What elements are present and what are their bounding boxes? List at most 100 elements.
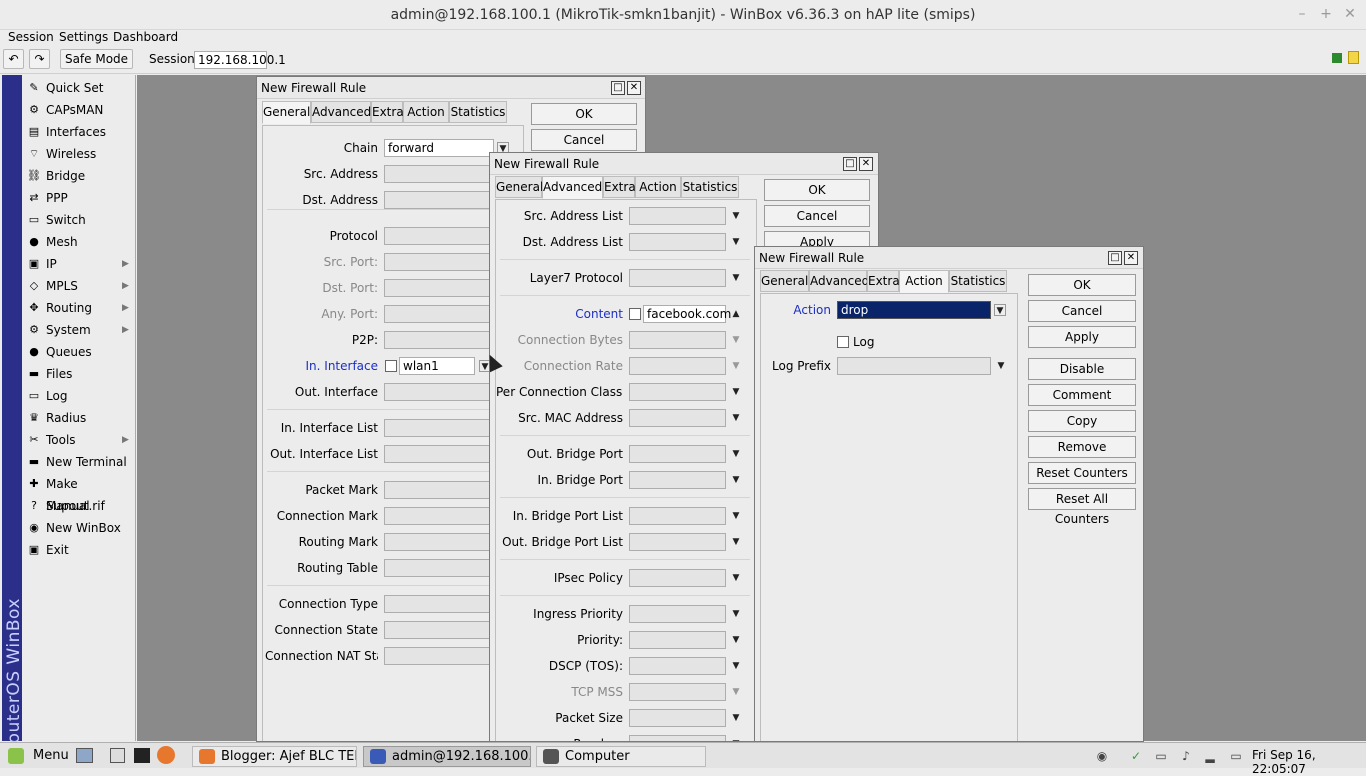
chevron-down-icon[interactable]: ▼ bbox=[730, 334, 742, 346]
field-dscp-tos-[interactable] bbox=[629, 657, 726, 675]
menu-settings[interactable]: Settings bbox=[59, 30, 108, 44]
tab-extra[interactable]: Extra bbox=[371, 101, 404, 123]
close-icon[interactable]: ✕ bbox=[1342, 6, 1358, 22]
tab-statistics[interactable]: Statistics bbox=[449, 101, 507, 123]
sidebar-item-exit[interactable]: ▣ Exit bbox=[22, 539, 136, 561]
dialog-header[interactable]: New Firewall Rule □ ✕ bbox=[755, 247, 1143, 269]
sidebar-item-bridge[interactable]: ⛓ Bridge bbox=[22, 165, 136, 187]
action-select[interactable]: drop bbox=[837, 301, 991, 319]
shield-tray-icon[interactable]: ✓ bbox=[1128, 748, 1144, 764]
log-checkbox[interactable] bbox=[837, 336, 849, 348]
content-negate-checkbox[interactable] bbox=[629, 308, 641, 320]
session-field[interactable]: 192.168.100.1 bbox=[194, 51, 286, 69]
firefox-launcher-icon[interactable] bbox=[157, 746, 175, 764]
chevron-down-icon[interactable]: ▼ bbox=[730, 608, 742, 620]
chevron-down-icon[interactable]: ▼ bbox=[730, 634, 742, 646]
sidebar-item-mpls[interactable]: ◇ MPLS ▶ bbox=[22, 275, 136, 297]
field-in-bridge-port-list[interactable] bbox=[629, 507, 726, 525]
sidebar-item-ppp[interactable]: ⇄ PPP bbox=[22, 187, 136, 209]
maximize-icon[interactable]: □ bbox=[1108, 251, 1122, 265]
field-ingress-priority[interactable] bbox=[629, 605, 726, 623]
cancel-button[interactable]: Cancel bbox=[764, 205, 870, 227]
tab-general[interactable]: General bbox=[495, 176, 543, 198]
network-icon[interactable]: ▂ bbox=[1202, 748, 1218, 764]
apply-button[interactable]: Apply bbox=[1028, 326, 1136, 348]
sidebar-item-wireless[interactable]: ⌔ Wireless bbox=[22, 143, 136, 165]
chevron-down-icon[interactable]: ▼ bbox=[730, 236, 742, 248]
tab-statistics[interactable]: Statistics bbox=[949, 270, 1007, 292]
taskbar-task[interactable]: admin@192.168.100.... bbox=[363, 746, 531, 767]
chevron-down-icon[interactable]: ▼ bbox=[730, 386, 742, 398]
tab-advanced[interactable]: Advanced bbox=[809, 270, 869, 292]
comment-button[interactable]: Comment bbox=[1028, 384, 1136, 406]
cancel-button[interactable]: Cancel bbox=[1028, 300, 1136, 322]
tab-general[interactable]: General bbox=[262, 101, 311, 124]
sidebar-item-ip[interactable]: ▣ IP ▶ bbox=[22, 253, 136, 275]
field-packet-size[interactable] bbox=[629, 709, 726, 727]
sidebar-item-switch[interactable]: ▭ Switch bbox=[22, 209, 136, 231]
safe-mode-button[interactable]: Safe Mode bbox=[60, 49, 133, 69]
taskbar-task[interactable]: Computer bbox=[536, 746, 706, 767]
field-src-address-list[interactable] bbox=[629, 207, 726, 225]
chevron-down-icon[interactable]: ▼ bbox=[730, 412, 742, 424]
chevron-up-icon[interactable]: ▲ bbox=[730, 308, 742, 320]
sidebar-item-tools[interactable]: ✂ Tools ▶ bbox=[22, 429, 136, 451]
chevron-down-icon[interactable]: ▼ bbox=[994, 304, 1006, 316]
dialog-header[interactable]: New Firewall Rule □ ✕ bbox=[490, 153, 878, 175]
chevron-down-icon[interactable]: ▼ bbox=[995, 360, 1007, 372]
sidebar-item-routing[interactable]: ✥ Routing ▶ bbox=[22, 297, 136, 319]
sidebar-item-new-winbox[interactable]: ◉ New WinBox bbox=[22, 517, 136, 539]
battery-icon[interactable]: ▭ bbox=[1228, 748, 1244, 764]
volume-icon[interactable]: ♪ bbox=[1178, 748, 1194, 764]
tab-extra[interactable]: Extra bbox=[867, 270, 900, 292]
chevron-down-icon[interactable]: ▼ bbox=[730, 510, 742, 522]
undo-button[interactable]: ↶ bbox=[3, 49, 24, 69]
field-connection-rate[interactable] bbox=[629, 357, 726, 375]
redo-button[interactable]: ↷ bbox=[29, 49, 50, 69]
reset-counters-button[interactable]: Reset Counters bbox=[1028, 462, 1136, 484]
taskbar-task[interactable]: Blogger: Ajef BLC TEL... bbox=[192, 746, 357, 767]
sidebar-item-system[interactable]: ⚙ System ▶ bbox=[22, 319, 136, 341]
dialog-header[interactable]: New Firewall Rule □ ✕ bbox=[257, 77, 645, 99]
chevron-down-icon[interactable]: ▼ bbox=[730, 210, 742, 222]
log-prefix-field[interactable] bbox=[837, 357, 991, 375]
sidebar-item-files[interactable]: ▬ Files bbox=[22, 363, 136, 385]
sidebar-item-queues[interactable]: ● Queues bbox=[22, 341, 136, 363]
ok-button[interactable]: OK bbox=[531, 103, 637, 125]
reset-all-counters-button[interactable]: Reset All Counters bbox=[1028, 488, 1136, 526]
field-layer7-protocol[interactable] bbox=[629, 269, 726, 287]
files-launcher-icon[interactable] bbox=[110, 748, 125, 763]
close-icon[interactable]: ✕ bbox=[1124, 251, 1138, 265]
field-tcp-mss[interactable] bbox=[629, 683, 726, 701]
copy-button[interactable]: Copy bbox=[1028, 410, 1136, 432]
menu-button[interactable]: Menu bbox=[33, 748, 69, 763]
tab-advanced[interactable]: Advanced bbox=[311, 101, 371, 123]
sidebar-item-quick-set[interactable]: ✎ Quick Set bbox=[22, 77, 136, 99]
sidebar-item-interfaces[interactable]: ▤ Interfaces bbox=[22, 121, 136, 143]
field-out-bridge-port[interactable] bbox=[629, 445, 726, 463]
ok-button[interactable]: OK bbox=[1028, 274, 1136, 296]
chevron-down-icon[interactable]: ▼ bbox=[730, 660, 742, 672]
maximize-icon[interactable]: □ bbox=[843, 157, 857, 171]
field-connection-bytes[interactable] bbox=[629, 331, 726, 349]
sidebar-item-log[interactable]: ▭ Log bbox=[22, 385, 136, 407]
maximize-icon[interactable]: □ bbox=[611, 81, 625, 95]
chevron-down-icon[interactable]: ▼ bbox=[730, 572, 742, 584]
disable-button[interactable]: Disable bbox=[1028, 358, 1136, 380]
field-out-bridge-port-list[interactable] bbox=[629, 533, 726, 551]
tab-action[interactable]: Action bbox=[635, 176, 681, 198]
chevron-down-icon[interactable]: ▼ bbox=[730, 272, 742, 284]
menu-dashboard[interactable]: Dashboard bbox=[113, 30, 178, 44]
cancel-button[interactable]: Cancel bbox=[531, 129, 637, 151]
field-in-bridge-port[interactable] bbox=[629, 471, 726, 489]
sidebar-item-capsman[interactable]: ⚙ CAPsMAN bbox=[22, 99, 136, 121]
tab-statistics[interactable]: Statistics bbox=[681, 176, 739, 198]
tab-general[interactable]: General bbox=[760, 270, 809, 292]
chevron-down-icon[interactable]: ▼ bbox=[730, 712, 742, 724]
chevron-down-icon[interactable]: ▼ bbox=[730, 686, 742, 698]
menu-session[interactable]: Session bbox=[8, 30, 54, 44]
remove-button[interactable]: Remove bbox=[1028, 436, 1136, 458]
field-random[interactable] bbox=[629, 735, 726, 741]
content-field[interactable]: facebook.com bbox=[643, 305, 731, 323]
sidebar-item-radius[interactable]: ♛ Radius bbox=[22, 407, 136, 429]
